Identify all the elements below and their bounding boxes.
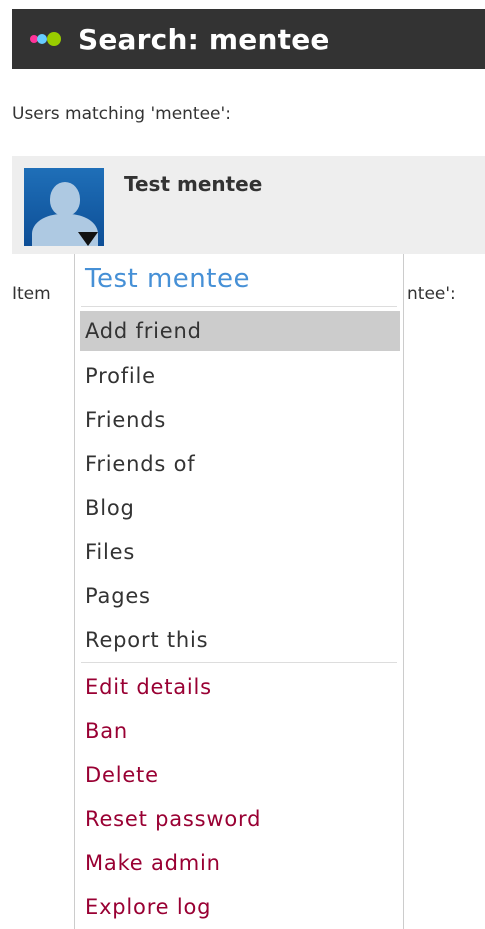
page-title: Search: mentee: [78, 22, 330, 56]
menu-user-title[interactable]: Test mentee: [85, 264, 250, 294]
menu-item-ban[interactable]: Ban: [80, 711, 400, 751]
menu-item-files[interactable]: Files: [80, 532, 400, 572]
items-results-heading-left: Item: [12, 284, 51, 304]
users-results-heading: Users matching 'mentee':: [12, 104, 231, 124]
page-header: Search: mentee: [12, 9, 485, 69]
menu-item-friends-of[interactable]: Friends of: [80, 444, 400, 484]
menu-item-friends[interactable]: Friends: [80, 400, 400, 440]
menu-divider-admin: [81, 662, 397, 663]
menu-item-profile[interactable]: Profile: [80, 356, 400, 396]
menu-item-explore-log[interactable]: Explore log: [80, 887, 400, 927]
user-name-link[interactable]: Test mentee: [124, 172, 262, 196]
menu-item-blog[interactable]: Blog: [80, 488, 400, 528]
menu-item-delete[interactable]: Delete: [80, 755, 400, 795]
elgg-dots-icon: [30, 29, 64, 49]
menu-divider: [81, 306, 397, 307]
user-result-row: Test mentee: [12, 156, 485, 254]
user-hover-menu: Test mentee Add friend Profile Friends F…: [74, 254, 404, 929]
menu-item-add-friend[interactable]: Add friend: [80, 311, 400, 351]
triangle-down-icon[interactable]: [78, 232, 98, 246]
menu-item-report-this[interactable]: Report this: [80, 620, 400, 660]
menu-item-edit-details[interactable]: Edit details: [80, 667, 400, 707]
menu-item-reset-password[interactable]: Reset password: [80, 799, 400, 839]
menu-item-pages[interactable]: Pages: [80, 576, 400, 616]
items-results-heading-right: ntee':: [407, 284, 456, 304]
menu-item-make-admin[interactable]: Make admin: [80, 843, 400, 883]
